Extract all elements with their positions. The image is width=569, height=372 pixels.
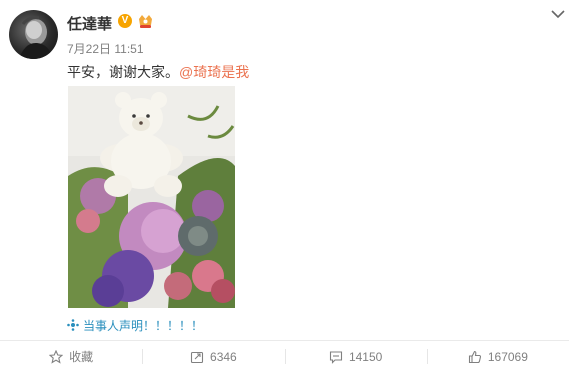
location-tag[interactable]: 当事人声明！！！！！ <box>67 317 203 334</box>
member-crown-icon <box>139 15 152 28</box>
comment-button[interactable]: 14150 <box>284 341 427 372</box>
teddy-bear-bouquet-image <box>68 86 235 308</box>
repost-icon <box>190 351 204 363</box>
like-count: 167069 <box>487 349 528 364</box>
post-text: 平安，谢谢大家。@琦琦是我 <box>67 62 249 82</box>
verified-icon: V <box>118 14 132 28</box>
post-timestamp[interactable]: 7月22日 11:51 <box>67 40 144 57</box>
favorite-label: 收藏 <box>69 350 94 364</box>
repost-count: 6346 <box>210 349 237 364</box>
avatar-image <box>19 16 53 59</box>
repost-button[interactable]: 6346 <box>142 341 284 372</box>
thumbs-up-icon <box>468 350 481 363</box>
star-icon <box>49 349 64 364</box>
avatar[interactable] <box>9 10 58 59</box>
chevron-down-icon[interactable] <box>551 9 565 19</box>
post-image[interactable] <box>68 86 235 308</box>
location-label: 当事人声明！！！！！ <box>83 319 204 333</box>
like-button[interactable]: 167069 <box>426 341 569 372</box>
comment-icon <box>329 350 342 364</box>
favorite-button[interactable]: 收藏 <box>0 341 142 372</box>
sparkle-icon <box>67 319 79 331</box>
action-bar: 收藏 6346 14150 167069 <box>0 341 569 372</box>
comment-count: 14150 <box>348 349 383 364</box>
post-body: 平安，谢谢大家。 <box>67 64 179 80</box>
username[interactable]: 任達華 <box>67 13 112 34</box>
mention-link[interactable]: @琦琦是我 <box>179 64 249 80</box>
